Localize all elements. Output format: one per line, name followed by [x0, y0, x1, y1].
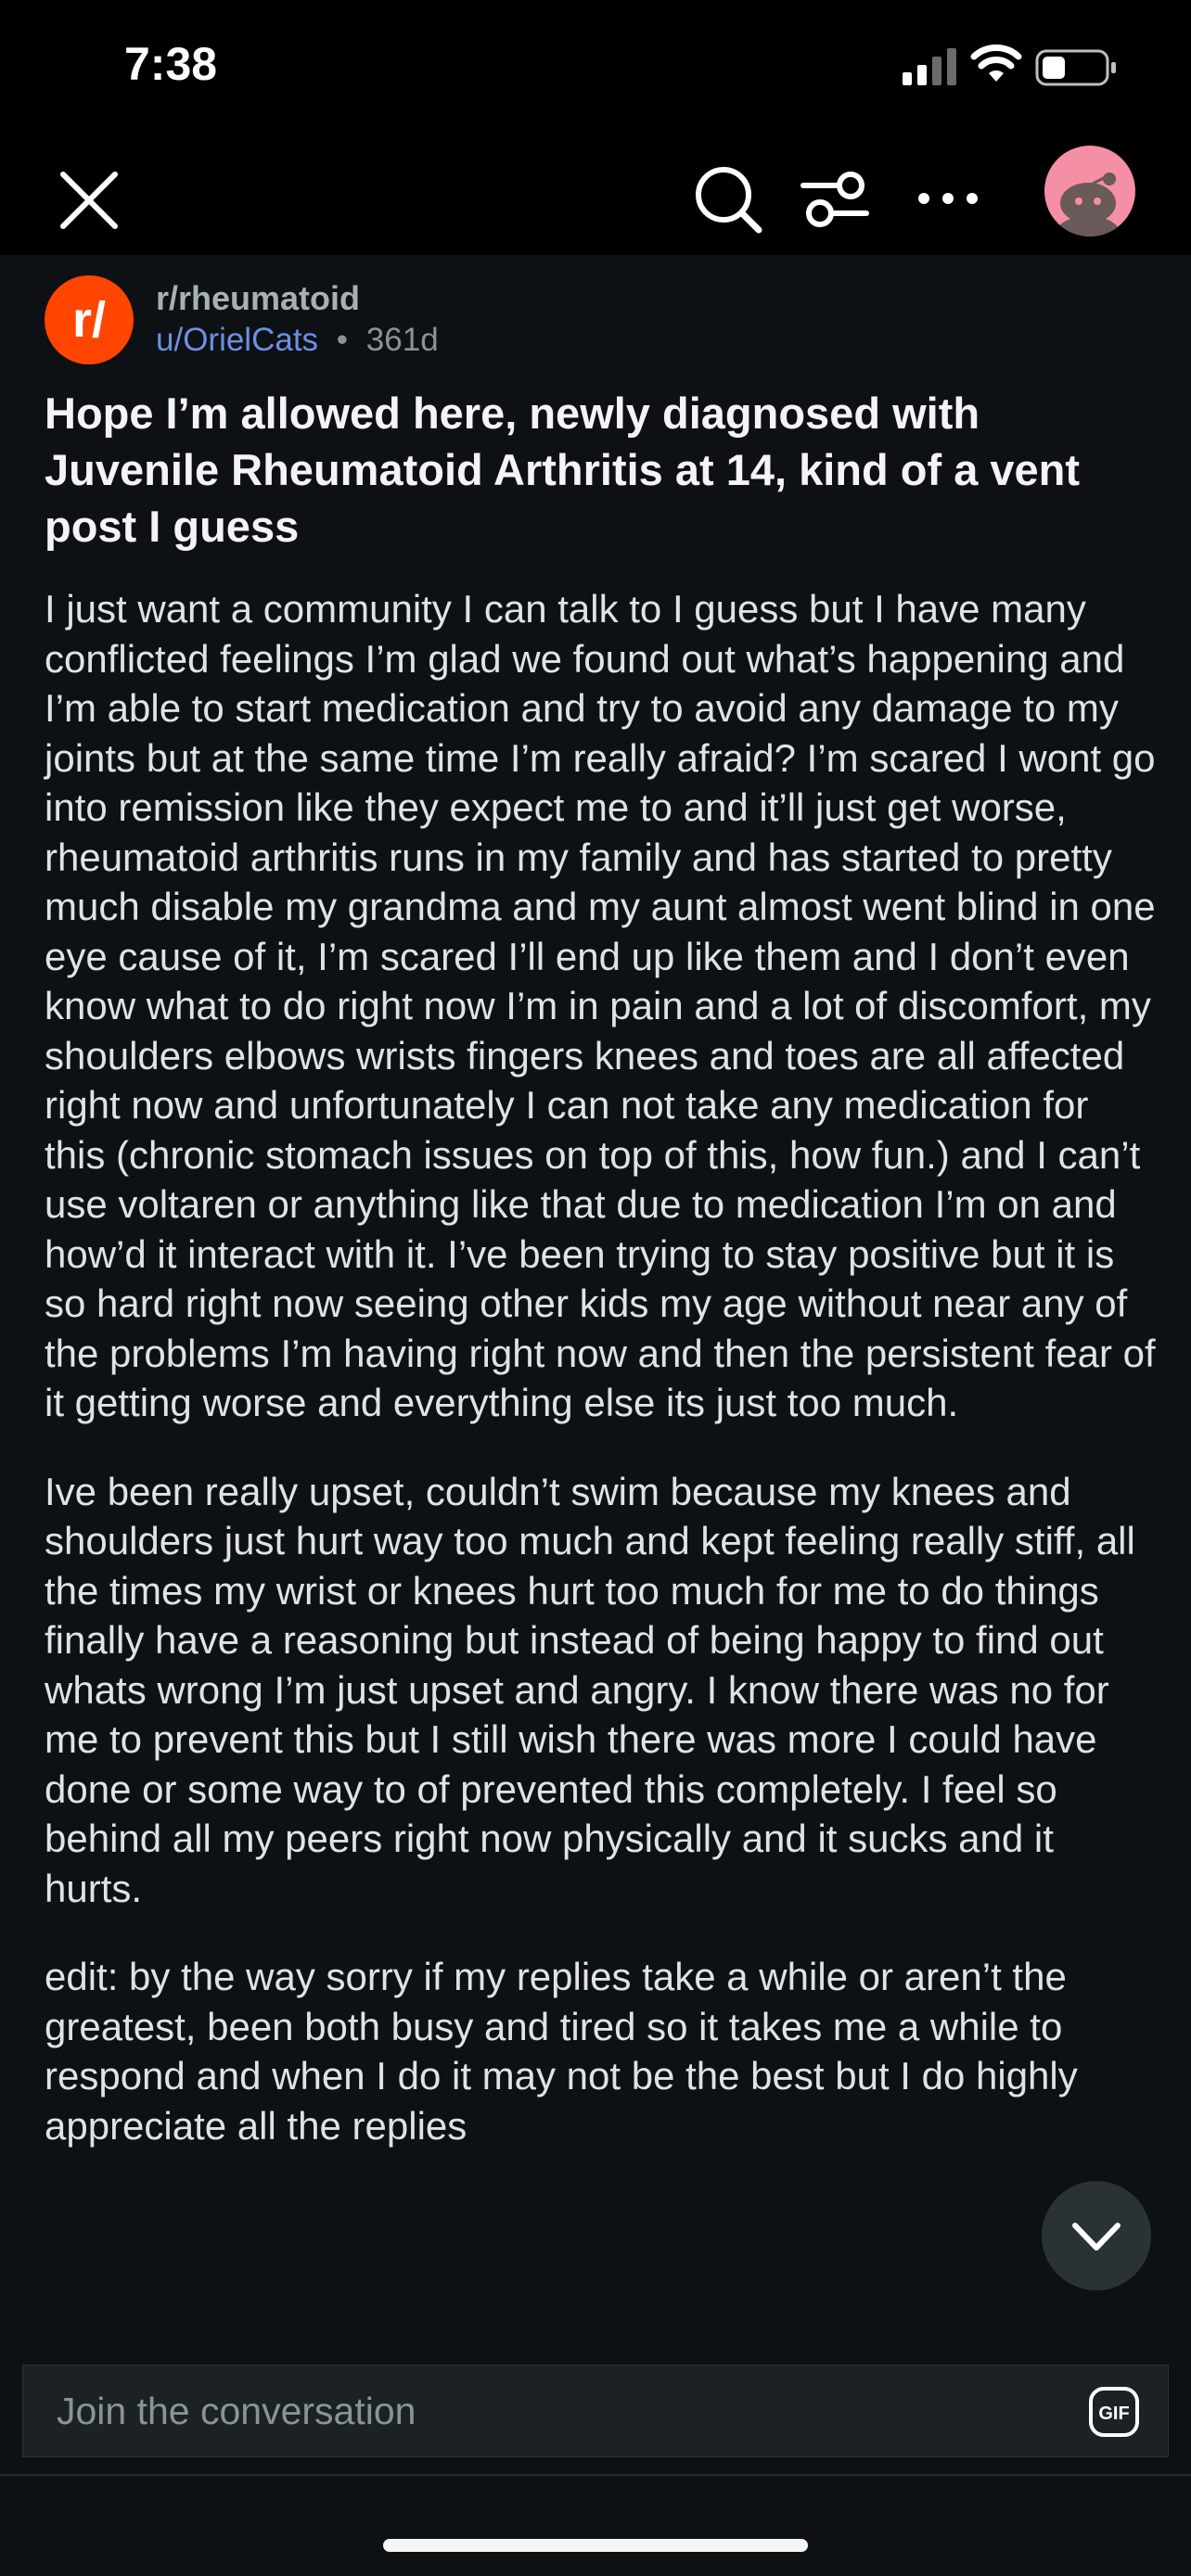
search-icon[interactable] [686, 158, 770, 241]
author-link[interactable]: u/OrielCats [156, 322, 318, 358]
comment-composer[interactable]: Join the conversation GIF [22, 2365, 1169, 2457]
post-paragraph: I just want a community I can talk to I … [45, 587, 1156, 1424]
scroll-down-button[interactable] [1042, 2181, 1151, 2290]
status-time: 7:38 [124, 38, 218, 90]
cellular-signal-icon [903, 48, 956, 85]
post-body: I just want a community I can talk to I … [45, 584, 1158, 2189]
nav-bar [0, 130, 1191, 255]
post-age: 361d [365, 322, 439, 358]
home-indicator[interactable] [383, 2539, 808, 2552]
svg-text:GIF: GIF [1098, 2404, 1129, 2424]
more-icon[interactable] [911, 161, 985, 236]
composer-area: Join the conversation GIF [0, 2332, 1191, 2471]
divider [0, 2474, 1191, 2476]
post-title: Hope I’m allowed here, newly diagnosed w… [45, 389, 1081, 551]
chevron-down-icon [1072, 2223, 1121, 2251]
battery-icon [1035, 49, 1116, 86]
filter-icon[interactable] [798, 161, 872, 236]
post-meta: u/OrielCats • 361d [156, 322, 439, 359]
user-avatar[interactable] [1044, 146, 1135, 236]
subreddit-name[interactable]: r/rheumatoid [156, 279, 360, 318]
subreddit-r-icon: r/ [72, 292, 106, 348]
gif-icon[interactable]: GIF [1088, 2386, 1140, 2438]
wifi-icon [970, 45, 1022, 82]
close-icon[interactable] [52, 163, 126, 237]
svg-text:r/: r/ [72, 292, 106, 348]
post: r/ r/rheumatoid u/OrielCats • 361d Hope … [0, 255, 1191, 2332]
post-paragraph: edit: by the way sorry if my replies tak… [45, 1955, 1078, 2148]
post-paragraph: Ive been really upset, couldn’t swim bec… [45, 1469, 1135, 1910]
snoo-avatar-icon [1057, 172, 1120, 236]
meta-separator: • [336, 322, 349, 358]
status-bar: 7:38 [0, 0, 1191, 130]
comment-input[interactable]: Join the conversation [57, 2366, 1058, 2456]
subreddit-icon[interactable]: r/ [45, 275, 134, 364]
